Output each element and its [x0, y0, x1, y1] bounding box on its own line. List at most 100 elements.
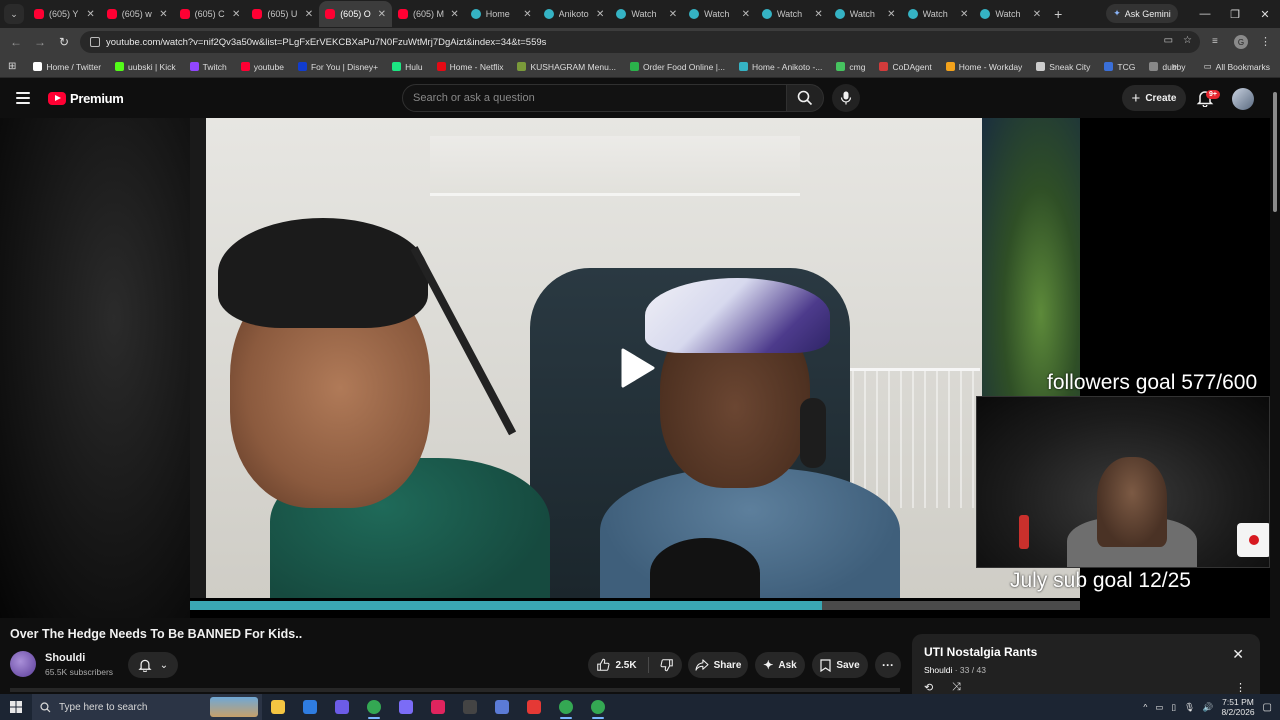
progress-bar[interactable]	[190, 601, 1080, 610]
bookmark-item[interactable]: TCG	[1097, 62, 1142, 72]
forward-button[interactable]: →	[28, 30, 52, 54]
bookmark-item[interactable]: cmg	[829, 62, 872, 72]
scrollbar-thumb[interactable]	[1273, 92, 1277, 212]
browser-tab[interactable]: (605) w ✕	[101, 1, 174, 27]
taskbar-app-chrome-3[interactable]	[582, 694, 614, 720]
close-tab-icon[interactable]: ✕	[669, 9, 677, 20]
bookmark-item[interactable]: KUSHAGRAM Menu...	[510, 62, 623, 72]
close-playlist-button[interactable]: ✕	[1232, 646, 1244, 663]
bookmark-item[interactable]: For You | Disney+	[291, 62, 385, 72]
close-tab-icon[interactable]: ✕	[887, 9, 895, 20]
bookmark-item[interactable]: Home - Netflix	[430, 62, 511, 72]
search-button[interactable]	[786, 84, 824, 112]
youtube-logo[interactable]: Premium	[48, 91, 124, 106]
taskbar-app-chrome[interactable]	[358, 694, 390, 720]
close-window-button[interactable]: ✕	[1250, 0, 1280, 28]
star-icon[interactable]: ☆	[1183, 35, 1192, 46]
save-button[interactable]: Save	[812, 652, 868, 678]
network-icon[interactable]: ▭	[1155, 702, 1163, 713]
reading-list-icon[interactable]: ≡	[1212, 36, 1218, 47]
ask-button[interactable]: ✦ Ask	[755, 652, 805, 678]
page-scrollbar[interactable]	[1270, 78, 1280, 694]
search-input[interactable]	[413, 92, 787, 104]
bookmark-item[interactable]: CoDAgent	[872, 62, 938, 72]
taskbar-app-file-explorer[interactable]	[262, 694, 294, 720]
all-bookmarks-button[interactable]: ▭ All Bookmarks	[1204, 61, 1270, 72]
cast-icon[interactable]: ▭	[1164, 35, 1173, 46]
close-tab-icon[interactable]: ✕	[596, 9, 604, 20]
start-button[interactable]	[0, 694, 32, 720]
browser-tab[interactable]: Watch ✕	[683, 1, 756, 27]
browser-tab[interactable]: (605) C ✕	[174, 1, 247, 27]
taskbar-app-game-controller[interactable]	[390, 694, 422, 720]
browser-tab[interactable]: Watch ✕	[829, 1, 902, 27]
bookmark-item[interactable]: Sneak City	[1029, 62, 1097, 72]
browser-tab[interactable]: Watch ✕	[756, 1, 829, 27]
tab-search-button[interactable]: ⌄	[4, 4, 24, 24]
browser-tab[interactable]: (605) O ✕	[319, 1, 392, 27]
browser-tab[interactable]: Watch ✕	[902, 1, 975, 27]
address-bar[interactable]: youtube.com/watch?v=nif2Qv3a50w&list=PLg…	[80, 31, 1200, 53]
video-player[interactable]: followers goal 577/600 July sub goal 12/…	[0, 118, 1270, 618]
volume-icon[interactable]: 🔊	[1203, 702, 1214, 713]
close-tab-icon[interactable]: ✕	[159, 9, 167, 20]
browser-tab[interactable]: (605) M ✕	[392, 1, 465, 27]
bookmark-item[interactable]: uubski | Kick	[108, 62, 183, 72]
close-tab-icon[interactable]: ✕	[814, 9, 822, 20]
taskbar-app-obs[interactable]	[454, 694, 486, 720]
shuffle-icon[interactable]: ⤨	[952, 681, 961, 694]
thumbs-up-icon[interactable]	[596, 658, 610, 672]
profile-avatar[interactable]: G	[1234, 35, 1248, 49]
bookmark-item[interactable]: Home - Anikoto -...	[732, 62, 829, 72]
close-tab-icon[interactable]: ✕	[378, 9, 386, 20]
browser-tab[interactable]: Home ✕	[465, 1, 538, 27]
hamburger-menu-icon[interactable]	[16, 92, 30, 104]
share-button[interactable]: Share	[688, 652, 748, 678]
browser-tab[interactable]: (605) Y ✕	[28, 1, 101, 27]
bookmark-item[interactable]: dubby	[1142, 62, 1192, 72]
bookmark-item[interactable]: Hulu	[385, 62, 429, 72]
reload-button[interactable]: ↻	[52, 30, 76, 54]
notification-center-icon[interactable]: ▢	[1263, 702, 1272, 713]
minimize-button[interactable]: —	[1190, 0, 1220, 28]
close-tab-icon[interactable]: ✕	[523, 9, 531, 20]
play-icon[interactable]	[615, 346, 659, 390]
taskbar-app-discord[interactable]	[326, 694, 358, 720]
clock[interactable]: 7:51 PM 8/2/2026	[1221, 697, 1254, 717]
browser-tab[interactable]: Watch ✕	[974, 1, 1047, 27]
playlist-title[interactable]: UTI Nostalgia Rants	[924, 645, 1037, 659]
browser-tab[interactable]: Anikoto ✕	[538, 1, 611, 27]
thumbs-down-icon[interactable]	[660, 658, 674, 672]
battery-icon[interactable]: ▯	[1171, 702, 1176, 713]
taskbar-app-app-red[interactable]	[518, 694, 550, 720]
taskbar-search[interactable]: Type here to search	[32, 694, 262, 720]
site-info-icon[interactable]	[90, 37, 100, 47]
taskbar-app-app-blue[interactable]	[294, 694, 326, 720]
like-count[interactable]: 2.5K	[615, 660, 636, 671]
ask-gemini-button[interactable]: ✦ Ask Gemini	[1106, 4, 1178, 23]
close-tab-icon[interactable]: ✕	[232, 9, 240, 20]
taskbar-app-media-player[interactable]	[422, 694, 454, 720]
create-button[interactable]: + Create	[1122, 85, 1186, 111]
voice-search-button[interactable]	[832, 84, 860, 112]
bookmark-item[interactable]: Home - Workday	[939, 62, 1030, 72]
close-tab-icon[interactable]: ✕	[450, 9, 458, 20]
account-avatar[interactable]	[1232, 88, 1254, 110]
bookmark-item[interactable]: youtube	[234, 62, 291, 72]
channel-name[interactable]: Shouldi	[45, 652, 85, 664]
chevron-up-icon[interactable]: ^	[1143, 702, 1147, 712]
new-tab-button[interactable]: +	[1047, 6, 1069, 22]
taskbar-app-chrome-2[interactable]	[550, 694, 582, 720]
close-tab-icon[interactable]: ✕	[742, 9, 750, 20]
browser-tab[interactable]: Watch ✕	[610, 1, 683, 27]
back-button[interactable]: ←	[4, 30, 28, 54]
chevron-right-icon[interactable]: »	[1172, 61, 1177, 71]
close-tab-icon[interactable]: ✕	[1033, 9, 1041, 20]
bookmark-item[interactable]: Twitch	[183, 62, 234, 72]
restore-button[interactable]: ❐	[1220, 0, 1250, 28]
bookmark-item[interactable]: Home / Twitter	[26, 62, 108, 72]
apps-grid-icon[interactable]: ⊞	[0, 61, 26, 72]
bookmark-item[interactable]: Order Food Online |...	[623, 62, 732, 72]
close-tab-icon[interactable]: ✕	[305, 9, 313, 20]
kebab-menu-icon[interactable]: ⋮	[1235, 681, 1246, 694]
